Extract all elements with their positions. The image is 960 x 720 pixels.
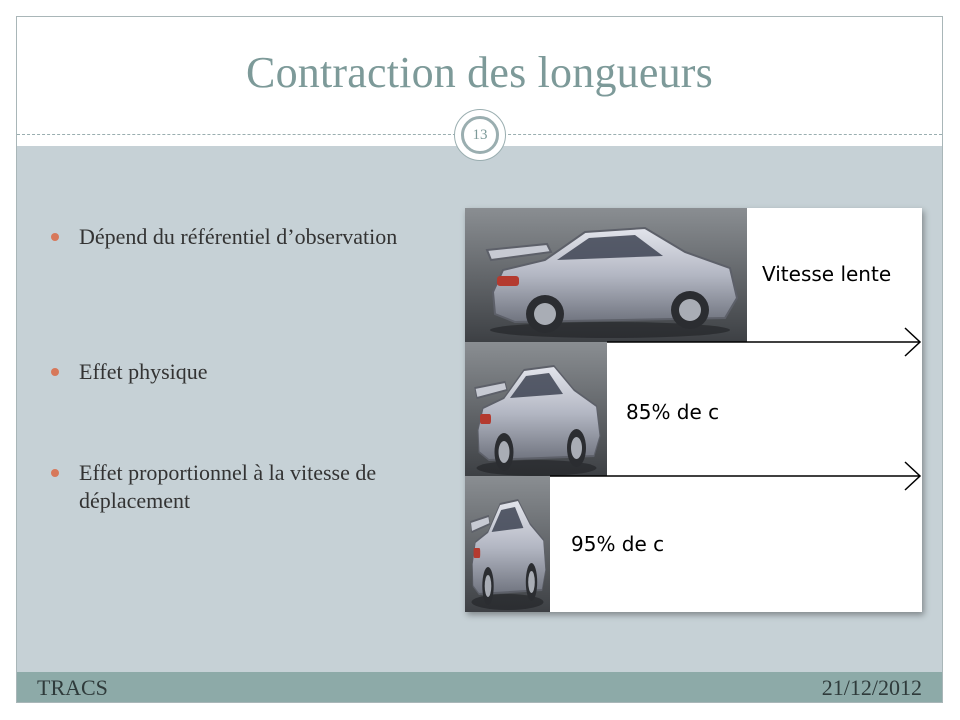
bullet-text: Effet physique (79, 359, 208, 384)
slide-number: 13 (461, 116, 499, 154)
bullet-dot-icon (51, 233, 59, 241)
slide-title: Contraction des longueurs (246, 48, 713, 97)
bullet-dot-icon (51, 469, 59, 477)
bullet-text: Effet proportionnel à la vitesse de dépl… (79, 460, 377, 513)
length-contraction-figure: Vitesse lente 85% de c 95% de c (465, 208, 922, 612)
speed-label-85: 85% de c (626, 400, 720, 424)
bullet-dot-icon (51, 368, 59, 376)
footer-bar: TRACS 21/12/2012 (17, 672, 942, 702)
speed-label-95: 95% de c (571, 532, 665, 556)
slide: Contraction des longueurs 13 Dépend du r… (16, 16, 943, 703)
slide-number-badge: 13 (454, 109, 506, 161)
speed-label-slow: Vitesse lente (762, 262, 892, 286)
footer-organization: TRACS (37, 675, 108, 700)
footer-date: 21/12/2012 (821, 675, 922, 700)
bullet-text: Dépend du référentiel d’observation (79, 224, 398, 249)
